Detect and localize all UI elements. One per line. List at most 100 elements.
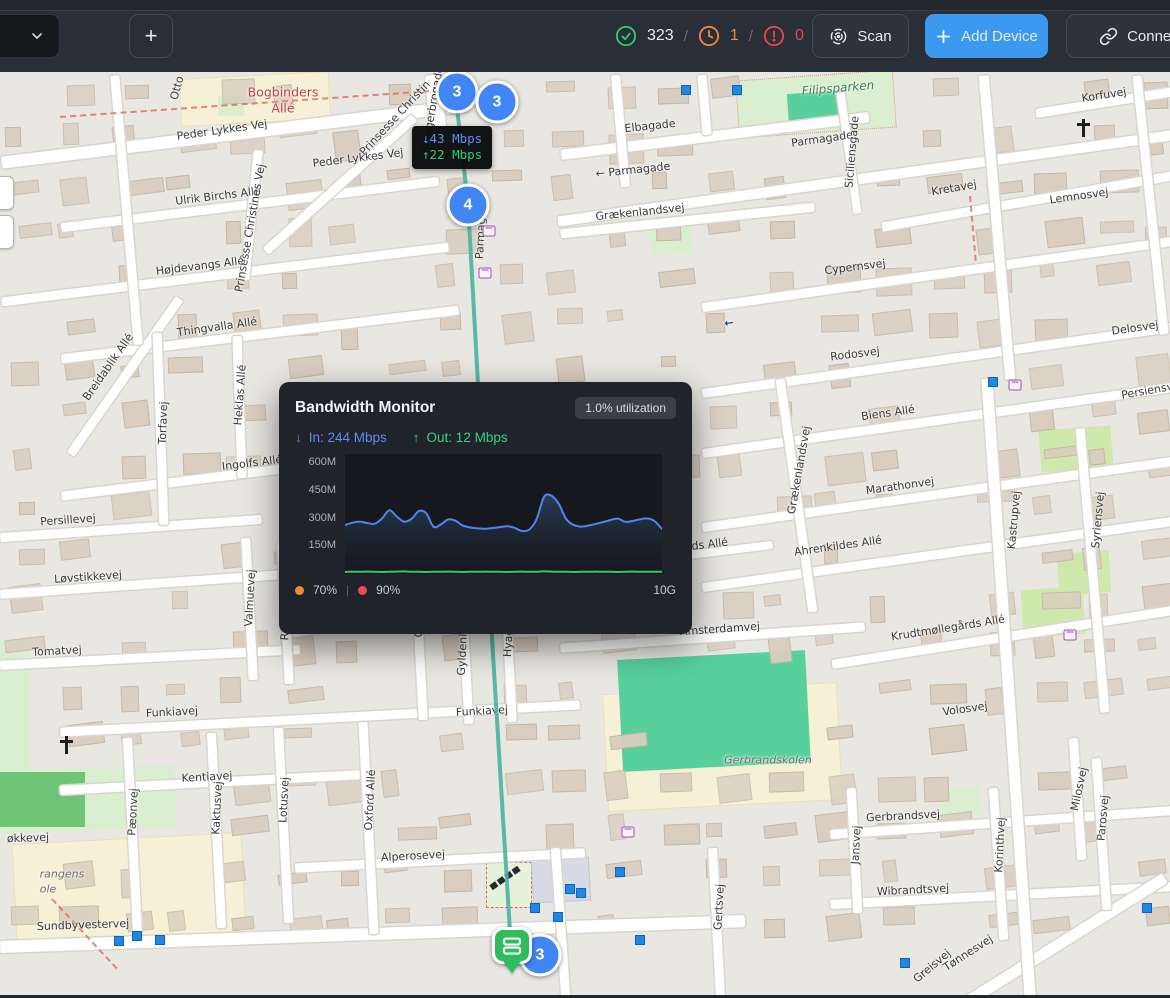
- building: [770, 220, 795, 239]
- building: [820, 314, 859, 333]
- building: [1039, 262, 1055, 278]
- road: [61, 306, 459, 364]
- building: [606, 309, 623, 322]
- building: [1038, 772, 1072, 792]
- supermarket-icon: [622, 827, 635, 838]
- building: [11, 361, 40, 386]
- building: [716, 773, 752, 804]
- building: [660, 773, 692, 793]
- building: [763, 865, 781, 885]
- building: [171, 590, 187, 609]
- add-device-label: Add Device: [961, 28, 1038, 45]
- building: [826, 724, 853, 740]
- road: [561, 112, 870, 160]
- poi-marker-icon: [635, 935, 645, 945]
- building: [288, 355, 324, 379]
- more-options-button[interactable]: [84, 14, 108, 58]
- map-canvas[interactable]: + − Bandwidth Monitor 1.0% utilization ↓…: [0, 72, 1170, 995]
- building: [183, 452, 222, 475]
- building: [222, 78, 256, 104]
- building: [166, 684, 185, 696]
- road: [688, 541, 773, 559]
- device-cluster-marker[interactable]: 4: [447, 184, 490, 227]
- building: [1029, 408, 1056, 432]
- layer-dropdown-button[interactable]: [0, 14, 60, 58]
- street-label: Greisvej: [911, 947, 954, 986]
- building: [878, 776, 917, 803]
- crit-threshold-dot: [358, 586, 367, 595]
- building: [1036, 681, 1067, 702]
- status-ok-count: 323: [647, 27, 674, 45]
- poi-marker-icon: [900, 958, 910, 968]
- building: [1147, 676, 1170, 692]
- toolbar: + 323 / 1 / 0 Scan Add Device Connect: [0, 0, 1170, 72]
- building: [871, 450, 899, 472]
- building: [223, 860, 246, 882]
- building: [111, 491, 153, 521]
- building: [881, 859, 898, 883]
- building: [442, 360, 461, 377]
- poi-marker-icon: [1142, 903, 1152, 913]
- y-axis-tick: 150M: [308, 539, 336, 551]
- device-cluster-marker[interactable]: 3: [436, 72, 479, 114]
- map-area: [0, 772, 85, 827]
- building: [1092, 401, 1117, 418]
- road: [0, 570, 282, 599]
- poi-marker-icon: [553, 912, 563, 922]
- y-axis-tick: 600M: [308, 456, 336, 468]
- building: [1029, 364, 1064, 389]
- building: [287, 686, 325, 705]
- building: [11, 179, 39, 195]
- building: [282, 272, 297, 288]
- building: [284, 728, 312, 739]
- building: [923, 129, 942, 146]
- add-device-button[interactable]: Add Device: [925, 14, 1048, 58]
- add-button[interactable]: +: [129, 14, 173, 58]
- building: [652, 172, 667, 190]
- building: [664, 824, 701, 847]
- street-label: ←: [724, 316, 735, 330]
- scan-button[interactable]: Scan: [812, 14, 909, 58]
- device-cluster-marker[interactable]: 3: [476, 81, 519, 124]
- poi-marker-icon: [132, 931, 142, 941]
- building: [4, 636, 45, 654]
- building: [710, 406, 738, 430]
- road: [110, 75, 142, 345]
- arrow-down-icon: ↓: [295, 430, 302, 445]
- building: [768, 772, 804, 793]
- building: [878, 679, 911, 694]
- building: [272, 84, 294, 112]
- building: [165, 174, 191, 190]
- road: [241, 538, 257, 680]
- building: [66, 319, 96, 336]
- building: [1032, 495, 1052, 515]
- building: [1136, 409, 1170, 434]
- zoom-out-button[interactable]: −: [0, 215, 14, 249]
- building: [552, 130, 585, 147]
- building: [10, 906, 39, 926]
- building: [328, 223, 356, 245]
- building: [505, 769, 545, 795]
- building: [763, 822, 797, 839]
- capacity-label: 10G: [653, 583, 676, 597]
- building: [545, 269, 575, 296]
- device-pin-marker[interactable]: [492, 927, 532, 973]
- bandwidth-tooltip: ↓43 Mbps↑22 Mbps: [412, 126, 492, 169]
- road: [1069, 738, 1086, 860]
- building: [230, 814, 269, 835]
- building: [223, 727, 249, 741]
- poi-marker-icon: [988, 377, 998, 387]
- building: [177, 313, 197, 339]
- building: [824, 544, 839, 564]
- building: [444, 869, 473, 892]
- connect-button[interactable]: Connect: [1066, 14, 1170, 58]
- building: [824, 452, 866, 486]
- building: [336, 640, 358, 663]
- zoom-in-button[interactable]: +: [0, 176, 14, 210]
- building: [445, 228, 481, 254]
- bandwidth-chart: 600M450M300M150M: [295, 454, 676, 574]
- building: [434, 263, 455, 288]
- building: [985, 687, 1005, 716]
- poi-marker-icon: [732, 85, 742, 95]
- building: [1041, 591, 1081, 610]
